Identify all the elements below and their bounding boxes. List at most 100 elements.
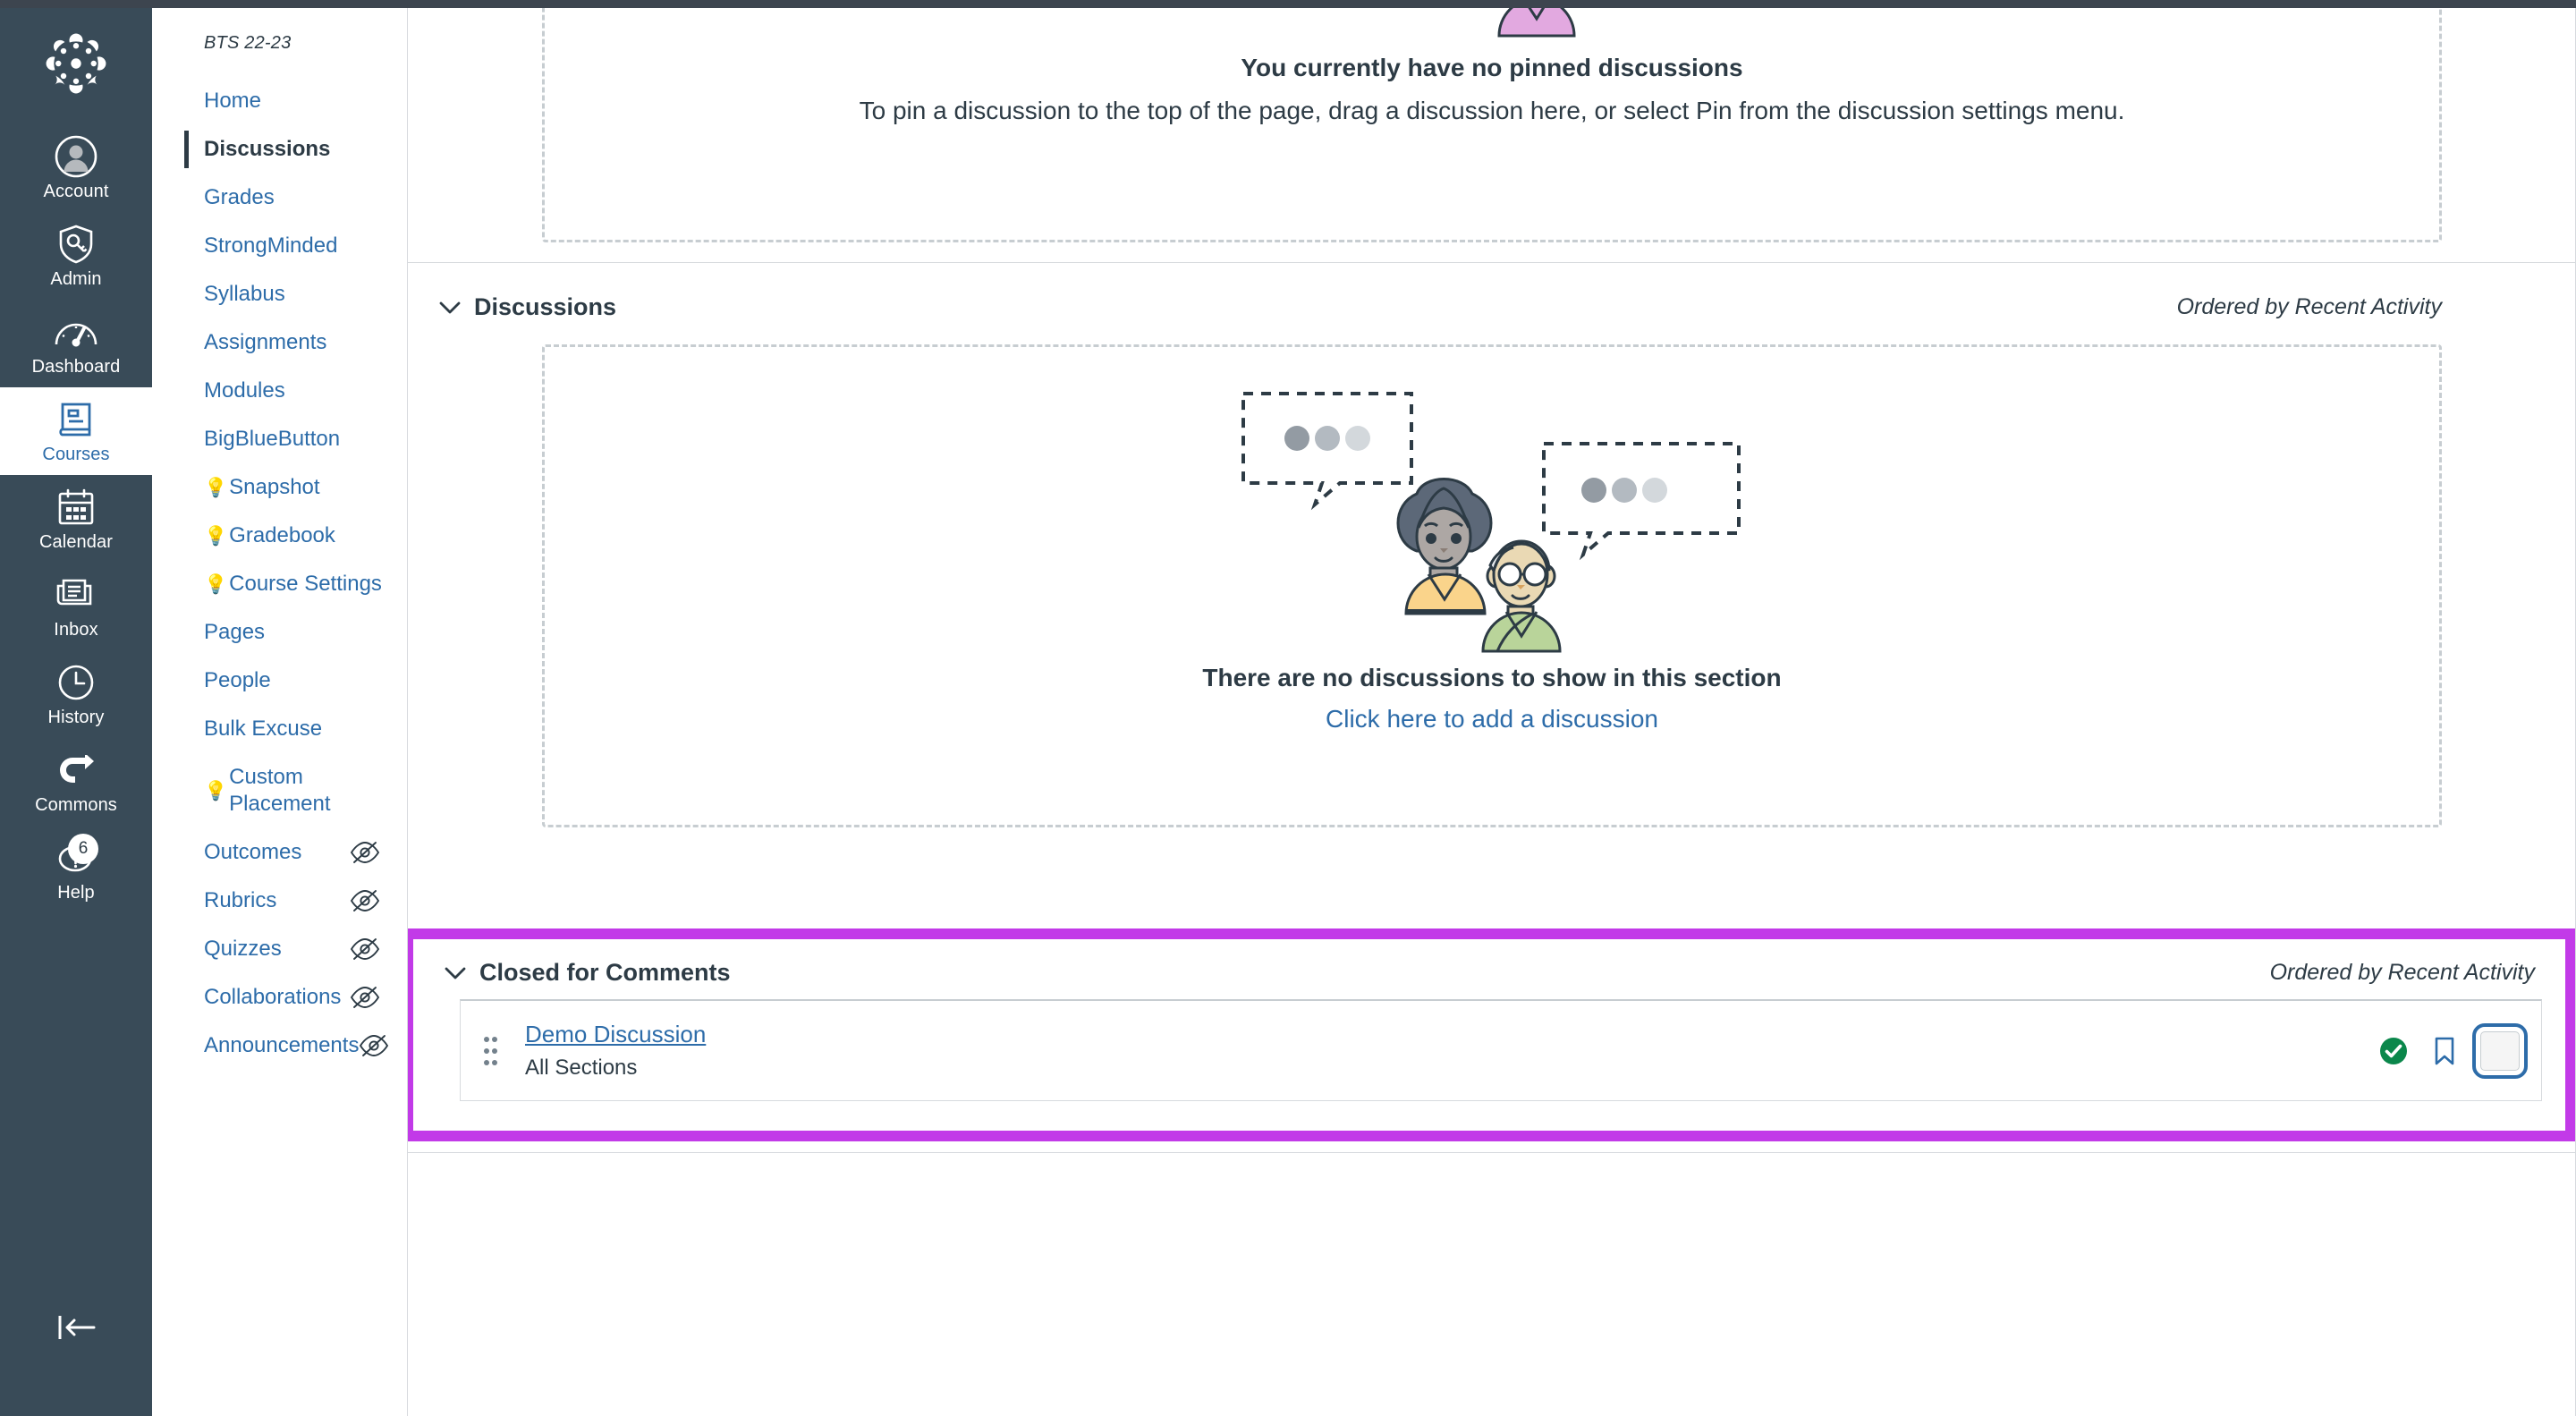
closed-section-title: Closed for Comments: [479, 959, 731, 986]
clock-icon: [56, 662, 96, 703]
bookmark-icon[interactable]: [2432, 1036, 2457, 1066]
course-nav-label: Rubrics: [204, 888, 277, 912]
help-badge-count: 6: [68, 834, 98, 864]
global-nav-label: Dashboard: [31, 357, 121, 377]
course-nav-item-collaborations[interactable]: Collaborations: [152, 973, 407, 1022]
course-nav-item-bulk-excuse[interactable]: Bulk Excuse: [152, 705, 407, 753]
course-nav-item-discussions[interactable]: Discussions: [152, 125, 407, 174]
global-nav-label: Commons: [35, 795, 117, 815]
discussions-empty-title: There are no discussions to show in this…: [1202, 664, 1782, 691]
course-nav-item-strongminded[interactable]: StrongMinded: [152, 222, 407, 270]
course-code-label: BTS 22-23: [204, 33, 292, 53]
course-nav-item-gradebook[interactable]: 💡 Gradebook: [152, 512, 407, 560]
course-nav-label: Pages: [204, 620, 266, 644]
global-nav-label: History: [47, 708, 105, 727]
course-nav-item-rubrics[interactable]: Rubrics: [152, 877, 407, 925]
course-nav-label: StrongMinded: [204, 233, 338, 258]
lightbulb-icon: 💡: [204, 525, 228, 547]
table-row[interactable]: Demo Discussion All Sections: [460, 999, 2542, 1101]
calendar-icon: [56, 487, 96, 528]
course-nav-label: BigBlueButton: [204, 427, 341, 451]
discussions-order-label: Ordered by Recent Activity: [2176, 294, 2442, 319]
global-nav-label: Help: [57, 883, 95, 903]
discussion-info: Demo Discussion All Sections: [511, 1021, 2378, 1081]
course-nav-label: Collaborations: [204, 985, 342, 1009]
pinned-empty-illustration: [545, 8, 2439, 38]
collapse-nav-icon[interactable]: [0, 1312, 152, 1343]
global-nav-item-admin[interactable]: Admin: [0, 212, 152, 300]
kebab-menu-icon[interactable]: [2472, 1022, 2528, 1079]
closed-section-header: Closed for Comments Ordered by Recent Ac…: [413, 939, 2565, 999]
global-navigation: Account Admin Dashboard Courses Calendar…: [0, 8, 152, 1416]
course-nav-item-announcements[interactable]: Announcements: [152, 1022, 407, 1070]
course-nav-item-snapshot[interactable]: 💡 Snapshot: [152, 463, 407, 512]
course-nav-item-syllabus[interactable]: Syllabus: [152, 270, 407, 318]
hidden-eye-off-icon: [350, 937, 380, 961]
add-discussion-link[interactable]: Click here to add a discussion: [545, 705, 2439, 733]
course-nav-label: Bulk Excuse: [204, 716, 323, 741]
course-nav-label: Grades: [204, 185, 275, 209]
course-nav-item-pages[interactable]: Pages: [152, 608, 407, 657]
course-nav-label: People: [204, 668, 271, 692]
question-circle-icon: 6: [55, 834, 98, 878]
global-nav-item-account[interactable]: Account: [0, 124, 152, 212]
discussions-empty-illustration: [545, 347, 2439, 653]
course-nav-label: Gradebook: [229, 523, 335, 547]
global-nav-item-dashboard[interactable]: Dashboard: [0, 300, 152, 387]
pinned-empty-title: You currently have no pinned discussions: [1241, 54, 1743, 81]
course-nav-item-modules[interactable]: Modules: [152, 367, 407, 415]
hidden-eye-off-icon: [359, 1034, 389, 1057]
global-nav-item-courses[interactable]: Courses: [0, 387, 152, 475]
course-nav-label: Announcements: [204, 1033, 360, 1057]
browser-top-strip: [0, 0, 2576, 8]
hidden-eye-off-icon: [350, 841, 380, 864]
lightbulb-icon: 💡: [204, 780, 228, 801]
global-nav-item-help[interactable]: 6 Help: [0, 826, 152, 913]
course-nav-label: Quizzes: [204, 937, 282, 961]
course-nav-item-quizzes[interactable]: Quizzes: [152, 925, 407, 973]
course-nav-label: Assignments: [204, 330, 327, 354]
course-nav-item-home[interactable]: Home: [152, 77, 407, 125]
hidden-eye-off-icon: [350, 986, 380, 1009]
book-icon: [55, 399, 97, 440]
discussion-title-link[interactable]: Demo Discussion: [525, 1021, 706, 1048]
closed-order-label: Ordered by Recent Activity: [2269, 960, 2535, 985]
course-nav-label: Outcomes: [204, 840, 302, 864]
drag-handle-icon[interactable]: [470, 1032, 511, 1070]
discussions-section-header: Discussions Ordered by Recent Activity: [408, 263, 2576, 344]
global-nav-label: Calendar: [39, 532, 113, 552]
canvas-logo-icon[interactable]: [42, 30, 110, 98]
global-nav-item-history[interactable]: History: [0, 650, 152, 738]
discussions-page: Account Admin Dashboard Courses Calendar…: [0, 0, 2576, 1416]
page-bottom-divider: [408, 1152, 2576, 1206]
course-nav-label: Modules: [204, 378, 285, 403]
closed-for-comments-section: Closed for Comments Ordered by Recent Ac…: [408, 928, 2576, 1141]
inbox-tray-icon: [56, 574, 96, 615]
global-nav-label: Admin: [50, 269, 102, 289]
course-navigation: BTS 22-23 Home Discussions Grades Strong…: [152, 8, 408, 1416]
course-nav-item-course-settings[interactable]: 💡 Course Settings: [152, 560, 407, 608]
course-nav-item-assignments[interactable]: Assignments: [152, 318, 407, 367]
global-nav-item-commons[interactable]: Commons: [0, 738, 152, 826]
global-nav-item-inbox[interactable]: Inbox: [0, 563, 152, 650]
lightbulb-icon: 💡: [204, 477, 228, 498]
pinned-discussions-dropzone[interactable]: You currently have no pinned discussions…: [542, 8, 2442, 242]
course-nav-item-grades[interactable]: Grades: [152, 174, 407, 222]
global-nav-item-calendar[interactable]: Calendar: [0, 475, 152, 563]
published-check-icon[interactable]: [2378, 1036, 2409, 1066]
course-nav-label: Snapshot: [229, 475, 320, 499]
commons-arrow-icon: [55, 750, 97, 791]
course-nav-item-bigbluebutton[interactable]: BigBlueButton: [152, 415, 407, 463]
chevron-down-icon[interactable]: [438, 301, 462, 315]
course-nav-item-people[interactable]: People: [152, 657, 407, 705]
dashboard-gauge-icon: [54, 311, 98, 352]
chevron-down-icon[interactable]: [444, 966, 467, 980]
discussion-sections-label: All Sections: [525, 1056, 638, 1080]
course-nav-label: Syllabus: [204, 282, 285, 306]
discussions-section-title: Discussions: [474, 293, 617, 320]
discussions-empty-dropzone[interactable]: There are no discussions to show in this…: [542, 344, 2442, 827]
course-nav-item-custom-placement[interactable]: 💡 Custom Placement: [152, 753, 407, 828]
course-nav-item-outcomes[interactable]: Outcomes: [152, 828, 407, 877]
global-nav-label: Courses: [42, 445, 110, 464]
account-avatar-icon: [55, 135, 97, 178]
